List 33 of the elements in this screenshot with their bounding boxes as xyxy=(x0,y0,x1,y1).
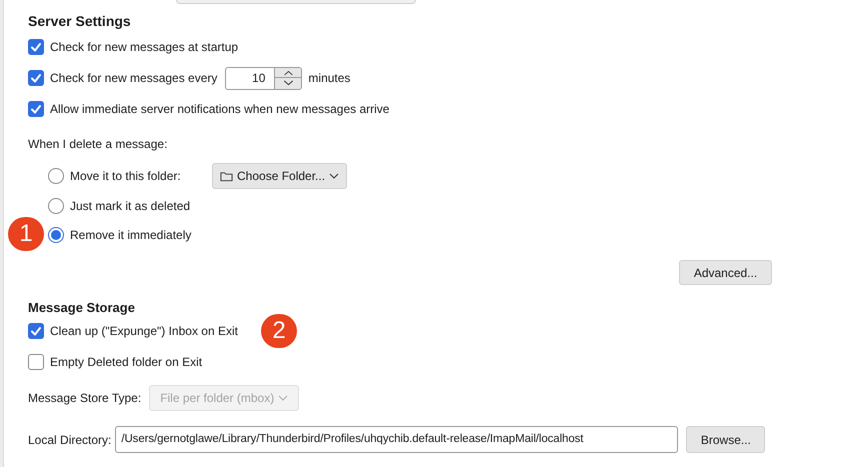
store-type-dropdown: File per folder (mbox) xyxy=(149,385,300,411)
radio-label: Just mark it as deleted xyxy=(70,198,192,214)
number-spinner[interactable]: 10 xyxy=(225,66,302,90)
callout-badge: 2 xyxy=(261,314,297,348)
section-label: When I delete a message: xyxy=(28,136,168,153)
field-label: Local Directory: xyxy=(28,432,112,448)
field-label: Message Store Type: xyxy=(28,390,142,407)
checkbox[interactable] xyxy=(28,354,44,370)
checkbox-label: Check for new messages at startup xyxy=(50,39,238,56)
checkbox[interactable] xyxy=(28,323,44,339)
radio-label: Move it to this folder: xyxy=(70,168,182,185)
radio-button[interactable] xyxy=(48,168,64,184)
callout-badge: 1 xyxy=(8,217,44,251)
checkbox-label: Clean up ("Expunge") Inbox on Exit xyxy=(50,323,238,340)
unit-label: minutes xyxy=(308,70,350,87)
checkbox-label: Empty Deleted folder on Exit xyxy=(50,354,202,371)
checkbox-label: Check for new messages every xyxy=(50,70,218,87)
advanced-button[interactable]: Advanced... xyxy=(679,260,772,285)
radio-button[interactable] xyxy=(48,198,64,214)
checkbox[interactable] xyxy=(28,70,44,86)
chevron-down-icon xyxy=(329,173,340,179)
section-heading: Server Settings xyxy=(28,12,132,29)
folder-dropdown[interactable]: Choose Folder... xyxy=(212,163,348,189)
checkbox[interactable] xyxy=(28,39,44,55)
radio-button[interactable] xyxy=(48,226,64,242)
checkbox-label: Allow immediate server notifications when new messages arrive xyxy=(50,101,390,118)
radio-label: Remove it immediately xyxy=(70,226,192,244)
chevron-down-icon xyxy=(278,395,288,401)
checkbox[interactable] xyxy=(28,101,44,117)
browse-button[interactable]: Browse... xyxy=(686,426,766,453)
directory-field[interactable]: /Users/gernotglawe/Library/Thunderbird/Profiles/uhqychib.default-release/ImapMail/localhost xyxy=(115,426,678,453)
folder-icon xyxy=(220,170,233,182)
section-heading: Message Storage xyxy=(28,299,136,314)
